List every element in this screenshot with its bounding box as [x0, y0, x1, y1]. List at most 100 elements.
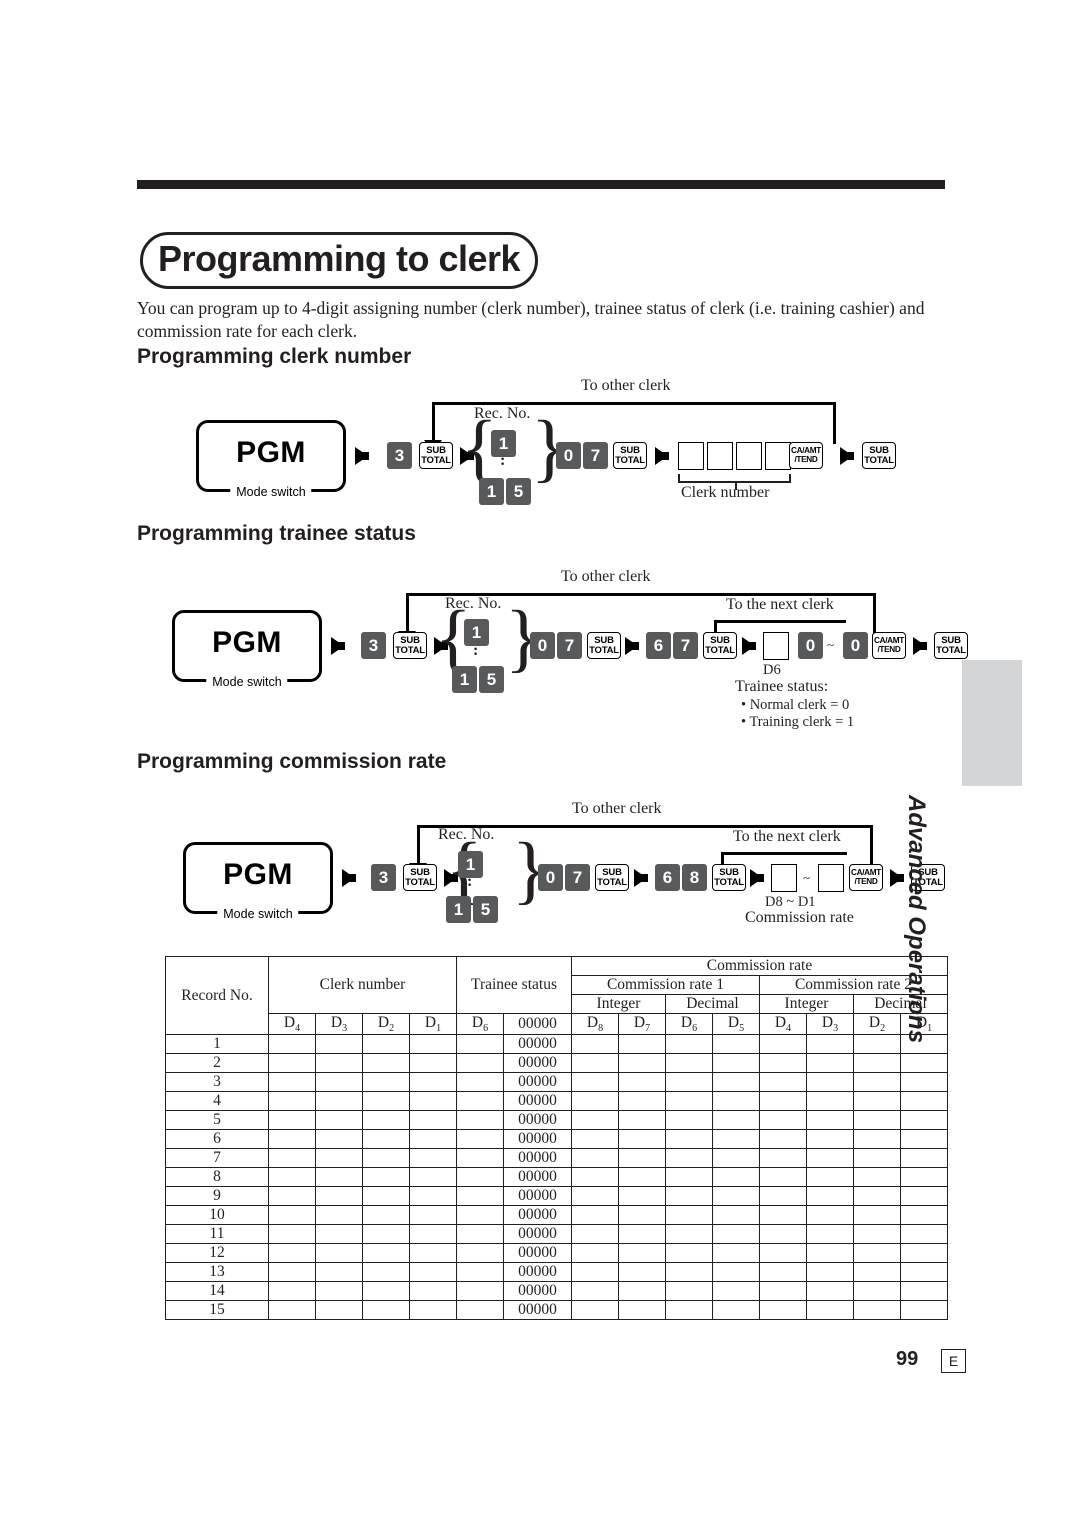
key-recno-last-b-1[interactable]: 5	[506, 478, 531, 505]
cell-commission-digit[interactable]	[618, 1053, 666, 1074]
cell-commission-digit[interactable]	[900, 1186, 948, 1207]
cell-commission-digit[interactable]	[759, 1129, 807, 1150]
cell-clerk-digit[interactable]	[362, 1281, 410, 1302]
key-7-2[interactable]: 7	[557, 632, 582, 659]
cell-commission-digit[interactable]	[759, 1243, 807, 1264]
cell-clerk-digit[interactable]	[315, 1262, 363, 1283]
cell-commission-digit[interactable]	[712, 1091, 760, 1112]
cell-commission-digit[interactable]	[759, 1034, 807, 1055]
cell-commission-digit[interactable]	[618, 1148, 666, 1169]
cell-clerk-digit[interactable]	[362, 1300, 410, 1321]
cell-commission-digit[interactable]	[853, 1034, 901, 1055]
key-recno-last-a-2[interactable]: 1	[452, 666, 477, 693]
cell-commission-digit[interactable]	[806, 1262, 854, 1283]
cell-commission-digit[interactable]	[712, 1224, 760, 1245]
cell-commission-digit[interactable]	[665, 1186, 713, 1207]
cell-clerk-digit[interactable]	[268, 1167, 316, 1188]
cell-commission-digit[interactable]	[665, 1243, 713, 1264]
cell-commission-digit[interactable]	[665, 1205, 713, 1226]
cell-commission-digit[interactable]	[712, 1205, 760, 1226]
cell-trainee-digit[interactable]	[456, 1072, 504, 1093]
cell-trainee-digit[interactable]	[456, 1148, 504, 1169]
cell-clerk-digit[interactable]	[315, 1205, 363, 1226]
key-0b-2[interactable]: 0	[843, 632, 868, 659]
cell-clerk-digit[interactable]	[315, 1186, 363, 1207]
cell-commission-digit[interactable]	[759, 1110, 807, 1131]
cell-commission-digit[interactable]	[712, 1167, 760, 1188]
cell-commission-digit[interactable]	[900, 1072, 948, 1093]
cell-commission-digit[interactable]	[571, 1243, 619, 1264]
cell-commission-digit[interactable]	[853, 1110, 901, 1131]
key-3-2[interactable]: 3	[361, 632, 386, 659]
cell-commission-digit[interactable]	[571, 1186, 619, 1207]
cell-clerk-digit[interactable]	[409, 1281, 457, 1302]
cell-clerk-digit[interactable]	[362, 1110, 410, 1131]
cell-commission-digit[interactable]	[900, 1053, 948, 1074]
key-8-3[interactable]: 8	[682, 864, 707, 891]
cell-clerk-digit[interactable]	[268, 1243, 316, 1264]
cell-commission-digit[interactable]	[712, 1281, 760, 1302]
cell-commission-digit[interactable]	[571, 1129, 619, 1150]
cell-clerk-digit[interactable]	[315, 1091, 363, 1112]
key-subtotal-1c[interactable]: SUB TOTAL	[862, 442, 896, 469]
cell-clerk-digit[interactable]	[315, 1129, 363, 1150]
cell-trainee-digit[interactable]	[456, 1243, 504, 1264]
cell-clerk-digit[interactable]	[268, 1110, 316, 1131]
cell-clerk-digit[interactable]	[268, 1148, 316, 1169]
cell-commission-digit[interactable]	[665, 1034, 713, 1055]
cell-commission-digit[interactable]	[665, 1262, 713, 1283]
cell-commission-digit[interactable]	[618, 1205, 666, 1226]
cell-commission-digit[interactable]	[853, 1072, 901, 1093]
cell-commission-digit[interactable]	[618, 1262, 666, 1283]
cell-clerk-digit[interactable]	[362, 1205, 410, 1226]
cell-clerk-digit[interactable]	[268, 1186, 316, 1207]
cell-clerk-digit[interactable]	[409, 1224, 457, 1245]
clerk-number-digit-box-2[interactable]	[707, 442, 733, 470]
cell-commission-digit[interactable]	[712, 1072, 760, 1093]
cell-clerk-digit[interactable]	[268, 1205, 316, 1226]
cell-commission-digit[interactable]	[759, 1053, 807, 1074]
cell-commission-digit[interactable]	[618, 1186, 666, 1207]
key-recno-last-b-3[interactable]: 5	[473, 896, 498, 923]
key-recno-last-a-1[interactable]: 1	[479, 478, 504, 505]
cell-clerk-digit[interactable]	[409, 1243, 457, 1264]
cell-commission-digit[interactable]	[665, 1300, 713, 1321]
cell-trainee-digit[interactable]	[456, 1186, 504, 1207]
cell-clerk-digit[interactable]	[315, 1167, 363, 1188]
cell-trainee-digit[interactable]	[456, 1224, 504, 1245]
cell-clerk-digit[interactable]	[409, 1262, 457, 1283]
cell-commission-digit[interactable]	[853, 1224, 901, 1245]
cell-commission-digit[interactable]	[806, 1224, 854, 1245]
key-subtotal-2d[interactable]: SUB TOTAL	[934, 632, 968, 659]
cell-commission-digit[interactable]	[900, 1300, 948, 1321]
cell-trainee-digit[interactable]	[456, 1091, 504, 1112]
key-6-3[interactable]: 6	[655, 864, 680, 891]
cell-commission-digit[interactable]	[759, 1205, 807, 1226]
cell-commission-digit[interactable]	[712, 1243, 760, 1264]
key-subtotal-1a[interactable]: SUB TOTAL	[419, 442, 453, 469]
cell-commission-digit[interactable]	[900, 1281, 948, 1302]
key-recno-last-b-2[interactable]: 5	[479, 666, 504, 693]
cell-commission-digit[interactable]	[900, 1034, 948, 1055]
cell-commission-digit[interactable]	[900, 1224, 948, 1245]
cell-commission-digit[interactable]	[571, 1300, 619, 1321]
cell-commission-digit[interactable]	[759, 1186, 807, 1207]
cell-clerk-digit[interactable]	[362, 1186, 410, 1207]
cell-trainee-digit[interactable]	[456, 1262, 504, 1283]
cell-clerk-digit[interactable]	[268, 1300, 316, 1321]
cell-commission-digit[interactable]	[712, 1129, 760, 1150]
cell-clerk-digit[interactable]	[409, 1091, 457, 1112]
cell-commission-digit[interactable]	[853, 1053, 901, 1074]
key-7b-2[interactable]: 7	[673, 632, 698, 659]
cell-trainee-digit[interactable]	[456, 1110, 504, 1131]
cell-clerk-digit[interactable]	[362, 1243, 410, 1264]
key-subtotal-2a[interactable]: SUB TOTAL	[393, 632, 427, 659]
cell-commission-digit[interactable]	[759, 1148, 807, 1169]
key-ca-amt-tend-3[interactable]: CA/AMT /TEND	[849, 864, 883, 891]
cell-clerk-digit[interactable]	[362, 1129, 410, 1150]
mode-switch-pgm-1[interactable]: PGM Mode switch	[196, 420, 346, 499]
cell-commission-digit[interactable]	[712, 1148, 760, 1169]
cell-commission-digit[interactable]	[618, 1224, 666, 1245]
cell-commission-digit[interactable]	[712, 1186, 760, 1207]
key-subtotal-3c[interactable]: SUB TOTAL	[712, 864, 746, 891]
